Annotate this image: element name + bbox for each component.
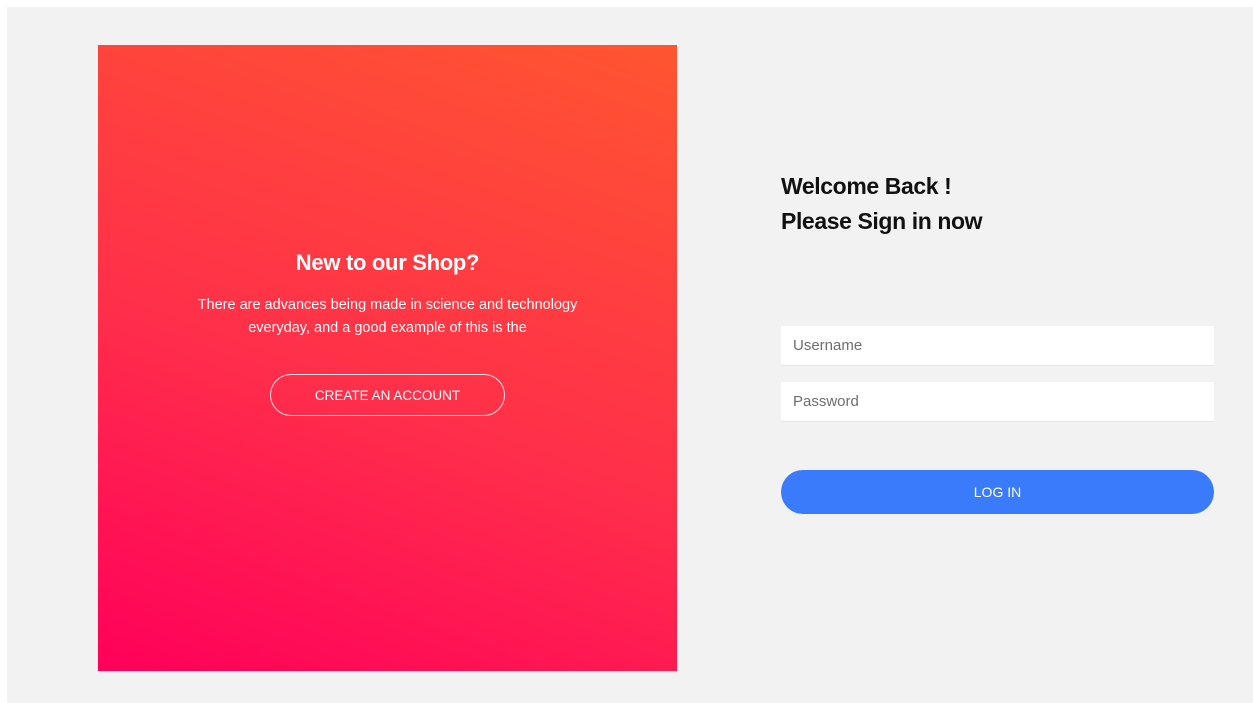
promo-description: There are advances being made in science… bbox=[197, 297, 578, 336]
login-form: Welcome Back ! Please Sign in now LOG IN bbox=[781, 7, 1214, 703]
promo-title: New to our Shop? bbox=[295, 250, 480, 275]
log-in-button[interactable]: LOG IN bbox=[781, 470, 1214, 514]
password-input[interactable] bbox=[781, 382, 1214, 422]
page-background: New to our Shop? There are advances bein… bbox=[7, 7, 1253, 703]
sign-in-prompt-text: Please Sign in now bbox=[781, 208, 983, 234]
welcome-back-text: Welcome Back ! bbox=[781, 173, 952, 199]
welcome-heading: Welcome Back ! Please Sign in now bbox=[781, 169, 983, 239]
username-input[interactable] bbox=[781, 326, 1214, 366]
signup-promo-panel: New to our Shop? There are advances bein… bbox=[98, 45, 677, 671]
create-account-button[interactable]: CREATE AN ACCOUNT bbox=[270, 374, 505, 416]
